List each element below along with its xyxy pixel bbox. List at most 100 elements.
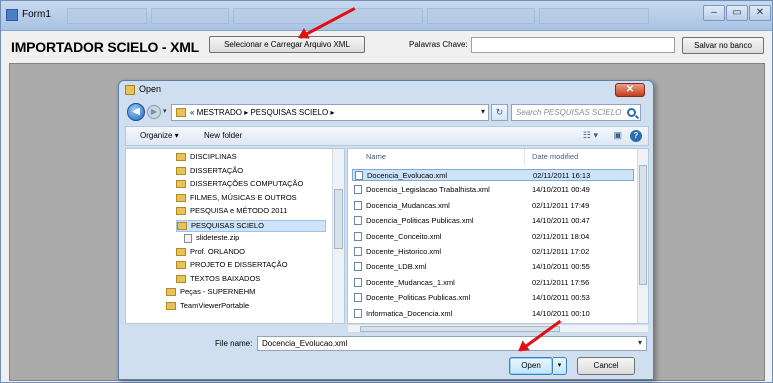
file-date: 02/11/2011 17:56	[532, 277, 590, 287]
minimize-button[interactable]: –	[703, 5, 725, 21]
dialog-icon	[125, 85, 135, 95]
file-list: Name Date modified Docencia_Evolucao.xml…	[347, 148, 649, 324]
nav-tree-label: Peças - SUPERNEHM	[180, 287, 256, 296]
window-close-button[interactable]: ✕	[749, 5, 771, 21]
folder-icon	[176, 153, 186, 162]
open-options-dropdown[interactable]: ▾	[553, 357, 567, 375]
file-row[interactable]: Docencia_Evolucao.xml 02/11/2011 16:13	[352, 169, 634, 181]
column-header-name[interactable]: Name	[366, 152, 386, 161]
file-scrollbar[interactable]	[637, 149, 648, 323]
select-xml-button[interactable]: Selecionar e Carregar Arquivo XML	[209, 36, 365, 53]
address-bar[interactable]: « MESTRADO ▸ PESQUISAS SCIELO ▸ ▾	[171, 104, 489, 121]
file-date: 14/10/2011 00:53	[532, 293, 590, 303]
back-button[interactable]: ◀	[127, 103, 145, 121]
folder-icon	[176, 180, 186, 189]
file-row[interactable]: Docente_Historico.xml 02/11/2011 17:02	[352, 246, 634, 258]
nav-tree-item[interactable]: TEXTOS BAIXADOS	[176, 274, 260, 286]
nav-tree-item[interactable]: slideteste.zip	[184, 233, 239, 245]
nav-tree-label: PROJETO E DISSERTAÇÃO	[190, 260, 288, 269]
file-row[interactable]: Docente_Conceito.xml 02/11/2011 18:04	[352, 231, 634, 243]
column-header-date[interactable]: Date modified	[532, 152, 578, 161]
nav-tree-item[interactable]: Peças - SUPERNEHM	[166, 287, 255, 299]
preview-pane-button[interactable]: ▣	[613, 130, 622, 141]
address-path: « MESTRADO ▸ PESQUISAS SCIELO ▸	[190, 108, 335, 117]
file-date: 14/10/2011 00:49	[532, 185, 590, 195]
xml-file-icon	[354, 200, 362, 210]
command-bar: Organize ▾ New folder ☷ ▾ ▣ ?	[125, 126, 649, 146]
organize-button[interactable]: Organize ▾	[140, 131, 179, 140]
file-name: Informatica_Docencia.xml	[366, 308, 453, 318]
scroll-thumb[interactable]	[360, 326, 560, 332]
file-date: 14/10/2011 00:10	[532, 308, 590, 318]
nav-scrollbar[interactable]	[332, 149, 344, 323]
file-name: Docencia_Mudancas.xml	[366, 200, 450, 210]
change-view-button[interactable]: ☷ ▾	[583, 130, 598, 141]
keywords-input[interactable]	[471, 37, 675, 53]
file-date: 02/11/2011 18:04	[532, 231, 590, 241]
xml-file-icon	[354, 185, 362, 195]
window-titlebar[interactable]: Form1 – ▭ ✕	[1, 1, 772, 31]
file-row[interactable]: Docente_LDB.xml 14/10/2011 00:55	[352, 261, 634, 273]
blurred-taskbar-item	[539, 8, 649, 24]
nav-tree-item[interactable]: PROJETO E DISSERTAÇÃO	[176, 260, 288, 272]
file-row[interactable]: Docencia_Politicas Publicas.xml 14/10/201…	[352, 215, 634, 227]
xml-file-icon	[354, 262, 362, 272]
recent-locations-dropdown[interactable]: ▾	[163, 107, 167, 115]
dialog-titlebar[interactable]: Open ✕	[119, 81, 653, 99]
file-name: Docente_Historico.xml	[366, 247, 442, 256]
nav-tree-label: PESQUISAS SCIELO	[191, 220, 264, 230]
file-name: Docente_Conceito.xml	[366, 231, 442, 241]
forward-button[interactable]: ▶	[147, 105, 161, 119]
file-icon	[184, 233, 192, 243]
file-date: 14/10/2011 00:47	[532, 216, 590, 226]
nav-tree-item[interactable]: PESQUISA e MÉTODO 2011	[176, 206, 287, 218]
file-date: 02/11/2011 17:49	[532, 200, 590, 210]
nav-tree-item[interactable]: PESQUISAS SCIELO	[176, 219, 326, 232]
new-folder-button[interactable]: New folder	[204, 131, 242, 140]
file-row[interactable]: Docencia_Legislacao Trabalhista.xml 14/10…	[352, 184, 634, 196]
file-row[interactable]: Docente_Mudancas_1.xml 02/11/2011 17:56	[352, 277, 634, 289]
folder-icon	[176, 166, 186, 175]
open-button[interactable]: Open	[509, 357, 553, 375]
folder-icon	[176, 274, 186, 283]
file-row[interactable]: Informatica_Docencia.xml 14/10/2011 00:10	[352, 308, 634, 320]
file-date: 02/11/2011 16:13	[533, 171, 591, 180]
help-icon[interactable]: ?	[630, 130, 642, 142]
chevron-down-icon[interactable]: ▾	[638, 338, 642, 347]
file-name-input[interactable]: Docencia_Evolucao.xml ▾	[257, 336, 647, 351]
cancel-button[interactable]: Cancel	[577, 357, 635, 375]
blurred-taskbar-item	[427, 8, 535, 24]
folder-icon	[176, 207, 186, 216]
page-title: IMPORTADOR SCIELO - XML	[11, 39, 200, 55]
nav-tree-label: DISCIPLINAS	[190, 152, 237, 161]
nav-tree-label: FILMES, MÚSICAS E OUTROS	[190, 192, 297, 202]
chevron-down-icon[interactable]: ▾	[481, 107, 485, 116]
nav-tree-item[interactable]: DISSERTAÇÕES COMPUTAÇÃO	[176, 179, 303, 191]
xml-file-icon	[354, 293, 362, 303]
nav-tree-item[interactable]: TeamViewerPortable	[166, 301, 249, 313]
scroll-thumb[interactable]	[639, 165, 647, 285]
column-separator[interactable]	[524, 149, 525, 165]
folder-icon	[176, 261, 186, 270]
nav-tree-item[interactable]: Prof. ORLANDO	[176, 247, 245, 259]
dialog-close-button[interactable]: ✕	[615, 83, 645, 97]
nav-tree-item[interactable]: DISSERTAÇÃO	[176, 166, 243, 178]
file-row[interactable]: Docente_Politicas Publicas.xml 14/10/2011…	[352, 292, 634, 304]
folder-icon	[166, 288, 176, 297]
horizontal-scrollbar[interactable]	[347, 324, 649, 333]
maximize-button[interactable]: ▭	[726, 5, 748, 21]
blurred-taskbar-item	[67, 8, 147, 24]
nav-tree-item[interactable]: FILMES, MÚSICAS E OUTROS	[176, 193, 297, 205]
file-name: Docente_Politicas Publicas.xml	[366, 293, 471, 303]
file-name: Docencia_Legislacao Trabalhista.xml	[366, 185, 490, 195]
scroll-thumb[interactable]	[334, 189, 343, 249]
folder-icon	[166, 301, 176, 310]
search-input[interactable]: Search PESQUISAS SCIELO	[511, 104, 641, 121]
app-icon	[6, 9, 18, 21]
nav-tree-label: DISSERTAÇÕES COMPUTAÇÃO	[190, 179, 304, 188]
folder-icon	[177, 221, 187, 230]
nav-tree-item[interactable]: DISCIPLINAS	[176, 152, 237, 164]
refresh-button[interactable]: ↻	[491, 104, 508, 121]
file-row[interactable]: Docencia_Mudancas.xml 02/11/2011 17:49	[352, 200, 634, 212]
save-to-db-button[interactable]: Salvar no banco	[682, 37, 764, 54]
